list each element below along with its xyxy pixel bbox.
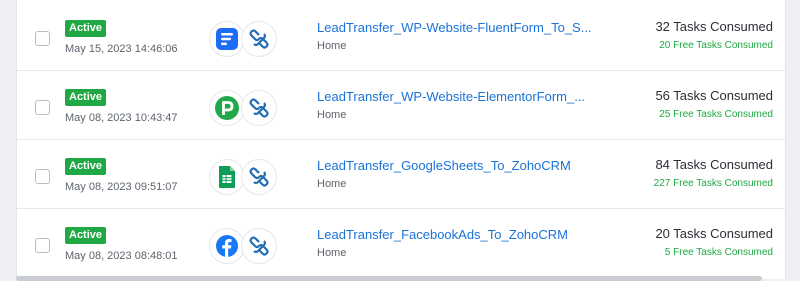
created-date: May 08, 2023 08:48:01 — [65, 250, 178, 262]
created-date: May 15, 2023 14:46:06 — [65, 43, 178, 55]
workflow-row: Active May 08, 2023 08:48:01 LeadTransfe… — [17, 210, 785, 278]
zoho-crm-icon — [241, 90, 277, 126]
zoho-crm-icon — [241, 159, 277, 195]
tasks-consumed: 32 Tasks Consumed — [655, 19, 773, 34]
tasks-consumed: 84 Tasks Consumed — [655, 157, 773, 172]
pabbly-icon — [209, 90, 245, 126]
workflow-name-link[interactable]: LeadTransfer_GoogleSheets_To_ZohoCRM — [317, 158, 571, 173]
workflow-name-link[interactable]: LeadTransfer_WP-Website-ElementorForm_..… — [317, 89, 585, 104]
zoho-crm-icon — [241, 228, 277, 264]
status-badge: Active — [65, 20, 107, 37]
created-date: May 08, 2023 10:43:47 — [65, 112, 178, 124]
zoho-crm-icon — [241, 21, 277, 57]
row-checkbox[interactable] — [35, 169, 50, 184]
status-badge: Active — [65, 158, 107, 175]
free-tasks-consumed: 5 Free Tasks Consumed — [664, 247, 773, 258]
facebook-icon — [209, 228, 245, 264]
workflow-row: Active May 15, 2023 14:46:06 LeadTransfe… — [17, 3, 785, 71]
status-badge: Active — [65, 89, 107, 106]
workflow-list: Active May 15, 2023 14:46:06 LeadTransfe… — [16, 0, 786, 279]
folder-label: Home — [317, 109, 347, 121]
row-checkbox[interactable] — [35, 238, 50, 253]
tasks-consumed: 56 Tasks Consumed — [655, 88, 773, 103]
row-checkbox[interactable] — [35, 100, 50, 115]
google-sheets-icon — [209, 159, 245, 195]
tasks-consumed: 20 Tasks Consumed — [655, 226, 773, 241]
folder-label: Home — [317, 247, 347, 259]
horizontal-scrollbar[interactable] — [16, 276, 762, 281]
workflow-name-link[interactable]: LeadTransfer_WP-Website-FluentForm_To_S.… — [317, 20, 592, 35]
free-tasks-consumed: 227 Free Tasks Consumed — [653, 178, 773, 189]
folder-label: Home — [317, 178, 347, 190]
free-tasks-consumed: 25 Free Tasks Consumed — [659, 109, 773, 120]
free-tasks-consumed: 20 Free Tasks Consumed — [659, 40, 773, 51]
folder-label: Home — [317, 40, 347, 52]
fluentforms-icon — [209, 21, 245, 57]
workflow-row: Active May 08, 2023 09:51:07 LeadTransfe… — [17, 141, 785, 209]
workflow-row: Active May 08, 2023 10:43:47 LeadTransfe… — [17, 72, 785, 140]
created-date: May 08, 2023 09:51:07 — [65, 181, 178, 193]
workflow-name-link[interactable]: LeadTransfer_FacebookAds_To_ZohoCRM — [317, 227, 568, 242]
status-badge: Active — [65, 227, 107, 244]
row-checkbox[interactable] — [35, 31, 50, 46]
